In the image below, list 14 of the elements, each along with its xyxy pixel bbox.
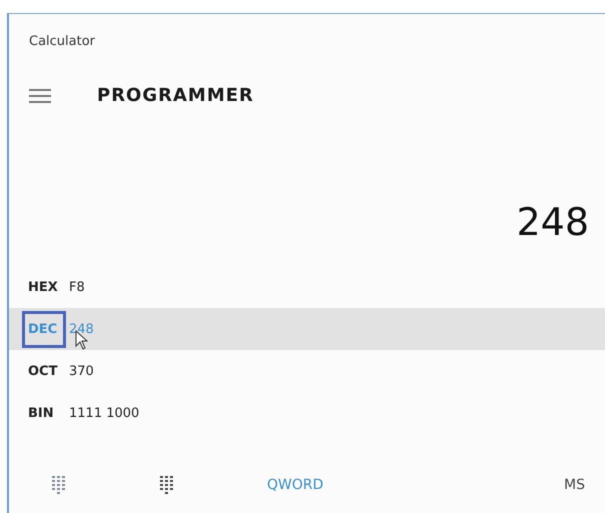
result-display: 248 — [515, 199, 590, 246]
radix-value: 248 — [69, 322, 94, 336]
menu-icon[interactable] — [29, 88, 51, 102]
radix-label[interactable]: BIN — [25, 398, 63, 428]
radix-label[interactable]: HEX — [25, 272, 63, 302]
keypad-icon[interactable] — [51, 475, 67, 495]
window-title: Calculator — [28, 33, 96, 51]
mode-title: PROGRAMMER — [97, 85, 254, 106]
radix-label[interactable]: OCT — [25, 356, 63, 386]
bit-toggle-icon[interactable] — [159, 475, 175, 495]
radix-value: 370 — [69, 364, 94, 378]
radix-value: F8 — [69, 280, 85, 294]
memory-store-button[interactable]: MS — [564, 477, 585, 493]
radix-value: 1111 1000 — [69, 406, 140, 420]
